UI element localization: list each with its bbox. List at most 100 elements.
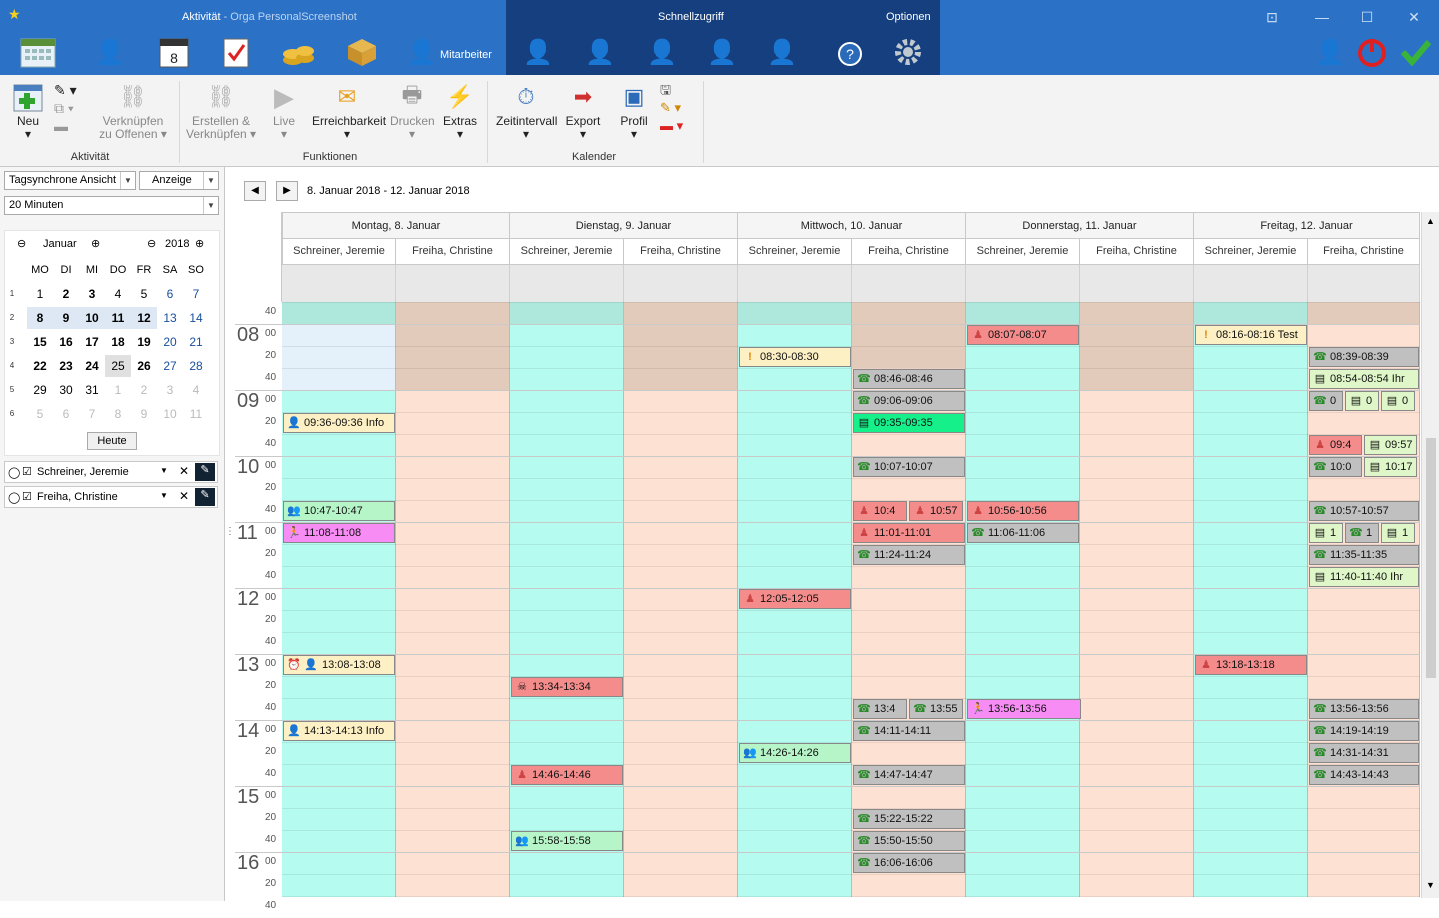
user-printer-icon[interactable]: 👤	[764, 34, 800, 70]
calendar-day[interactable]: 31	[79, 379, 105, 401]
package-icon[interactable]	[344, 34, 380, 70]
allday-area[interactable]	[966, 265, 1080, 302]
calendar-day[interactable]: 27	[157, 355, 183, 377]
user-edit-icon[interactable]: 👤	[520, 34, 556, 70]
calendar-event[interactable]: 👥 15:58-15:58	[511, 831, 623, 851]
column-cell[interactable]	[282, 390, 396, 897]
checkbox-icon[interactable]: ☑	[22, 465, 32, 478]
calendar-day[interactable]: 15	[27, 331, 53, 353]
allday-area[interactable]	[1194, 265, 1308, 302]
allday-area[interactable]	[1308, 265, 1420, 302]
day-header[interactable]: Donnerstag, 11. Januar	[966, 212, 1194, 239]
close-icon[interactable]: ✕	[179, 464, 189, 478]
calendar-event[interactable]: ☎ 11:35-11:35	[1309, 545, 1419, 565]
close-icon[interactable]: ✕	[179, 489, 189, 503]
calendar-event[interactable]: 🏃 11:08-11:08	[283, 523, 395, 543]
calendar-event[interactable]: ▤ 0	[1345, 391, 1379, 411]
column-cell[interactable]	[282, 302, 396, 324]
allday-area[interactable]	[738, 265, 852, 302]
calendar-day[interactable]: 3	[157, 379, 183, 401]
calendar-day[interactable]: 2	[53, 283, 79, 305]
calendar-event[interactable]: ♟ 10:4	[853, 501, 907, 521]
allday-area[interactable]	[624, 265, 738, 302]
column-cell[interactable]	[396, 390, 510, 897]
calendar-event[interactable]: ! 08:30-08:30	[739, 347, 851, 367]
column-cell[interactable]	[1194, 302, 1308, 324]
allday-area[interactable]	[510, 265, 624, 302]
allday-area[interactable]	[1080, 265, 1194, 302]
calendar-day[interactable]: 1	[27, 283, 53, 305]
column-cell[interactable]	[510, 302, 624, 324]
column-cell[interactable]	[852, 302, 966, 324]
calendar-event[interactable]: ▤ 1	[1381, 523, 1415, 543]
view-select[interactable]: Tagsynchrone Ansicht ▼	[4, 171, 136, 190]
calendar-event[interactable]: ! 08:16-08:16 Test	[1195, 325, 1307, 345]
calendar-day[interactable]: 4	[105, 283, 131, 305]
options-link[interactable]: Optionen	[886, 11, 931, 23]
radio-icon[interactable]: ◯	[8, 466, 20, 479]
calendar-day[interactable]: 20	[157, 331, 183, 353]
calendar-event[interactable]: ☎ 0	[1309, 391, 1343, 411]
calendar-day[interactable]: 7	[183, 283, 209, 305]
calendar-day[interactable]: 13	[157, 307, 183, 329]
close-button[interactable]: ✕	[1404, 8, 1424, 26]
calendar-day[interactable]: 21	[183, 331, 209, 353]
power-icon[interactable]	[1354, 34, 1390, 70]
calendar-event[interactable]: ▤ 09:57	[1364, 435, 1417, 455]
calendar-day[interactable]: 8	[105, 403, 131, 425]
chevron-down-icon[interactable]: ▼	[160, 491, 168, 500]
calendar-event[interactable]: ☎ 13:56-13:56	[1309, 699, 1419, 719]
user-calendar-icon[interactable]: 👤	[582, 34, 618, 70]
person-header[interactable]: Schreiner, Jeremie	[282, 239, 396, 265]
calendar-day[interactable]: 2	[131, 379, 157, 401]
calendar-event[interactable]: ☠ 13:34-13:34	[511, 677, 623, 697]
next-week-button[interactable]: ▶	[276, 181, 298, 201]
calendar-day[interactable]: 5	[131, 283, 157, 305]
calendar-day[interactable]: 16	[53, 331, 79, 353]
resource-color-icon[interactable]: ✎	[195, 463, 215, 481]
today-button[interactable]: Heute	[87, 432, 137, 450]
calendar-day[interactable]: 4	[183, 379, 209, 401]
calendar-day[interactable]: 26	[131, 355, 157, 377]
calendar-event[interactable]: ☎ 15:50-15:50	[853, 831, 965, 851]
calendar-event[interactable]: ☎ 16:06-16:06	[853, 853, 965, 873]
off-hours-cell[interactable]	[624, 324, 738, 390]
display-dropdown[interactable]: Anzeige ▼	[139, 171, 219, 190]
next-year-icon[interactable]: ⊕	[195, 237, 204, 250]
calendar-day[interactable]: 12	[131, 307, 157, 329]
off-hours-cell[interactable]	[282, 324, 396, 390]
person-header[interactable]: Freiha, Christine	[1308, 239, 1420, 265]
calendar-event[interactable]: ▤ 0	[1381, 391, 1415, 411]
calendar-day[interactable]: 28	[183, 355, 209, 377]
calendar-day[interactable]: 22	[27, 355, 53, 377]
calendar-event[interactable]: ☎ 09:06-09:06	[853, 391, 965, 411]
restore-ribbon-icon[interactable]: ⊡	[1262, 8, 1282, 26]
calendar-event[interactable]: ♟ 13:18-13:18	[1195, 655, 1307, 675]
calendar-event[interactable]: ♟ 12:05-12:05	[739, 589, 851, 609]
day-header[interactable]: Freitag, 12. Januar	[1194, 212, 1420, 239]
radio-icon[interactable]: ◯	[8, 491, 20, 504]
calendar-event[interactable]: ☎ 08:46-08:46	[853, 369, 965, 389]
calendar-day[interactable]: 10	[157, 403, 183, 425]
calendar-month-icon[interactable]	[20, 34, 56, 70]
calendar-day[interactable]: 14	[183, 307, 209, 329]
off-hours-cell[interactable]	[1080, 324, 1194, 390]
live-button[interactable]: ▶ Live ▾	[266, 81, 302, 141]
person-header[interactable]: Freiha, Christine	[396, 239, 510, 265]
calendar-day-icon[interactable]: 8	[156, 34, 192, 70]
calendar-event[interactable]: ☎ 15:22-15:22	[853, 809, 965, 829]
scroll-thumb[interactable]	[1426, 438, 1436, 678]
extras-button[interactable]: ⚡ Extras ▾	[442, 81, 478, 141]
calendar-event[interactable]: ▤ 11:40-11:40 Ihr	[1309, 567, 1419, 587]
calendar-day[interactable]: 9	[53, 307, 79, 329]
column-cell[interactable]	[1080, 302, 1194, 324]
calendar-day[interactable]: 9	[131, 403, 157, 425]
calendar-day[interactable]: 25	[105, 355, 131, 377]
user-chart-icon[interactable]: 👤	[644, 34, 680, 70]
calendar-event[interactable]: ☎ 11:06-11:06	[967, 523, 1079, 543]
allday-area[interactable]	[282, 265, 396, 302]
time-interval-button[interactable]: ⏱ Zeitintervall ▾	[496, 81, 557, 141]
create-link-button[interactable]: ⛓ Erstellen & Verknüpfen ▾	[186, 81, 256, 141]
person-header[interactable]: Schreiner, Jeremie	[966, 239, 1080, 265]
calendar-event[interactable]: ♟ 10:57	[909, 501, 963, 521]
